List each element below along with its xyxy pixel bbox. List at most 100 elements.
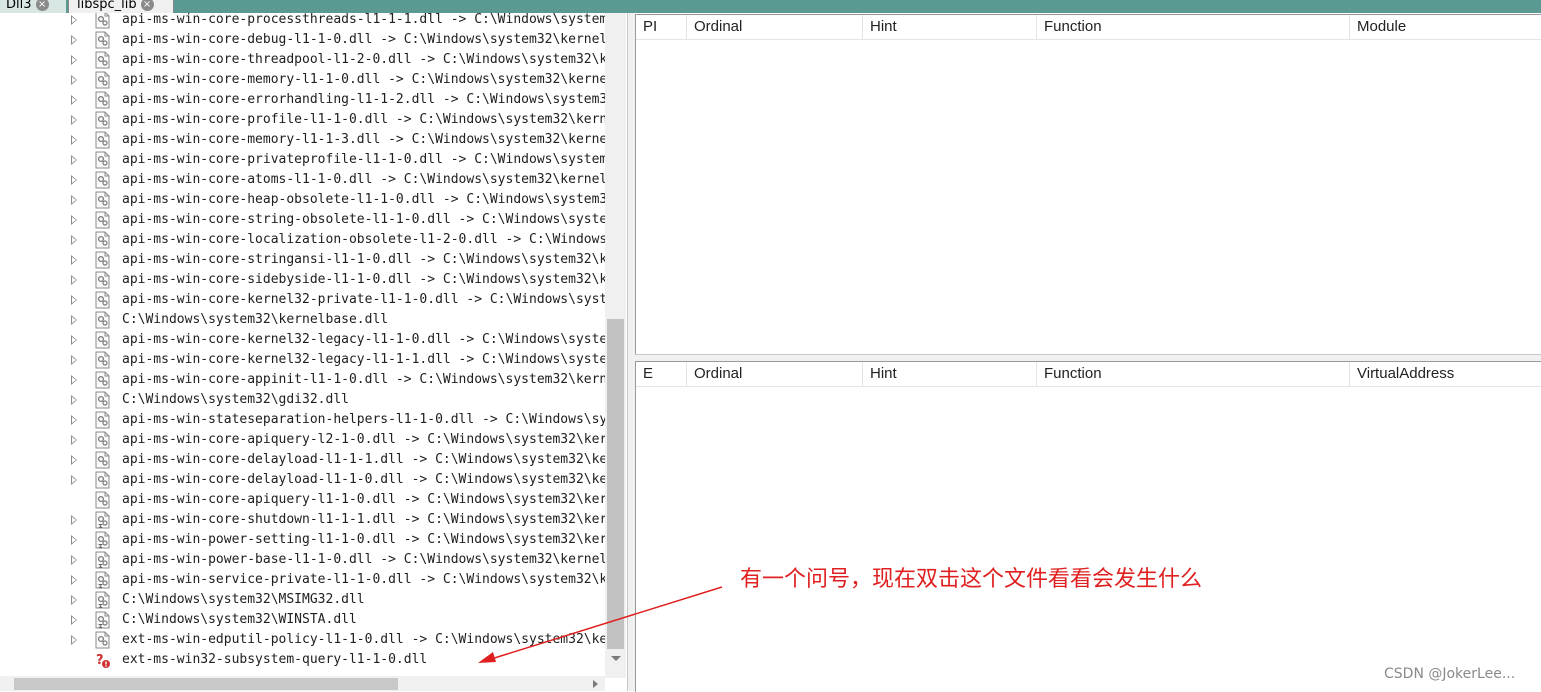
expand-arrow-icon[interactable] — [71, 335, 78, 345]
dll-file-icon — [95, 491, 111, 509]
tree-row[interactable]: api-ms-win-core-kernel32-legacy-l1-1-1.d… — [0, 350, 605, 370]
tree-row[interactable]: C:\Windows\system32\gdi32.dll — [0, 390, 605, 410]
close-icon[interactable]: × — [35, 0, 49, 11]
tree-row[interactable]: api-ms-win-power-setting-l1-1-0.dll -> C… — [0, 530, 605, 550]
column-header-ordinal[interactable]: Ordinal — [687, 362, 863, 386]
tree-row[interactable]: api-ms-win-core-sidebyside-l1-1-0.dll ->… — [0, 270, 605, 290]
expand-arrow-icon[interactable] — [71, 75, 78, 85]
tree-row[interactable]: api-ms-win-core-threadpool-l1-2-0.dll ->… — [0, 50, 605, 70]
tree-row[interactable]: C:\Windows\system32\kernelbase.dll — [0, 310, 605, 330]
dll-delayload-icon — [95, 591, 111, 609]
expand-arrow-icon[interactable] — [71, 55, 78, 65]
tree-row-label: api-ms-win-core-heap-obsolete-l1-1-0.dll… — [122, 192, 605, 207]
close-icon[interactable]: × — [140, 0, 154, 11]
tree-row[interactable]: api-ms-win-core-apiquery-l2-1-0.dll -> C… — [0, 430, 605, 450]
tree-row[interactable]: api-ms-win-core-kernel32-private-l1-1-0.… — [0, 290, 605, 310]
expand-arrow-icon[interactable] — [71, 255, 78, 265]
expand-arrow-icon[interactable] — [71, 135, 78, 145]
tree-row-label: api-ms-win-service-private-l1-1-0.dll ->… — [122, 572, 605, 587]
vertical-scrollbar[interactable] — [605, 13, 626, 678]
expand-arrow-icon[interactable] — [71, 615, 78, 625]
tree-row[interactable]: api-ms-win-core-processthreads-l1-1-1.dl… — [0, 13, 605, 30]
tab-label: Dll3 — [6, 0, 32, 12]
expand-arrow-icon[interactable] — [71, 395, 78, 405]
scroll-thumb[interactable] — [14, 678, 398, 690]
tree-row[interactable]: api-ms-win-core-shutdown-l1-1-1.dll -> C… — [0, 510, 605, 530]
expand-arrow-icon[interactable] — [71, 115, 78, 125]
expand-arrow-icon[interactable] — [71, 415, 78, 425]
tree-row[interactable]: api-ms-win-core-delayload-l1-1-0.dll -> … — [0, 470, 605, 490]
column-header-function[interactable]: Function — [1037, 362, 1350, 386]
expand-arrow-icon[interactable] — [71, 295, 78, 305]
expand-arrow-icon[interactable] — [71, 235, 78, 245]
expand-arrow-icon[interactable] — [71, 435, 78, 445]
tree-row[interactable]: ? ext-ms-win32-subsystem-query-l1-1-0.dll — [0, 650, 605, 670]
tree-row-label: api-ms-win-core-memory-l1-1-3.dll -> C:\… — [122, 132, 605, 147]
expand-arrow-icon[interactable] — [71, 175, 78, 185]
column-header-virtualaddress[interactable]: VirtualAddress — [1350, 362, 1541, 386]
expand-arrow-icon[interactable] — [71, 555, 78, 565]
expand-arrow-icon[interactable] — [71, 515, 78, 525]
tree-row[interactable]: api-ms-win-core-atoms-l1-1-0.dll -> C:\W… — [0, 170, 605, 190]
imports-list[interactable]: PI Ordinal Hint Function Module — [635, 14, 1541, 354]
tree-row-label: api-ms-win-power-setting-l1-1-0.dll -> C… — [122, 532, 605, 547]
scroll-thumb[interactable] — [607, 319, 624, 649]
dll-delayload-icon — [95, 511, 111, 529]
expand-arrow-icon[interactable] — [71, 275, 78, 285]
tree-row[interactable]: api-ms-win-core-heap-obsolete-l1-1-0.dll… — [0, 190, 605, 210]
column-header-module[interactable]: Module — [1350, 15, 1541, 39]
expand-arrow-icon[interactable] — [71, 15, 78, 25]
scroll-right-arrow-icon[interactable] — [593, 680, 598, 688]
column-header-ordinal[interactable]: Ordinal — [687, 15, 863, 39]
expand-arrow-icon[interactable] — [71, 195, 78, 205]
expand-arrow-icon[interactable] — [71, 595, 78, 605]
expand-arrow-icon[interactable] — [71, 35, 78, 45]
tree-row[interactable]: api-ms-win-core-memory-l1-1-0.dll -> C:\… — [0, 70, 605, 90]
tree-row[interactable]: api-ms-win-core-stringansi-l1-1-0.dll ->… — [0, 250, 605, 270]
expand-arrow-icon[interactable] — [71, 475, 78, 485]
expand-arrow-icon[interactable] — [71, 575, 78, 585]
tree-row[interactable]: api-ms-win-core-errorhandling-l1-1-2.dll… — [0, 90, 605, 110]
tree-row[interactable]: ext-ms-win-edputil-policy-l1-1-0.dll -> … — [0, 630, 605, 650]
expand-arrow-icon[interactable] — [71, 635, 78, 645]
expand-arrow-icon[interactable] — [71, 535, 78, 545]
scroll-down-arrow-icon[interactable] — [611, 656, 621, 661]
tab-dll3[interactable]: Dll3 × — [0, 0, 66, 13]
tree-row[interactable]: api-ms-win-core-profile-l1-1-0.dll -> C:… — [0, 110, 605, 130]
module-tree[interactable]: api-ms-win-core-processthreads-l1-1-1.dl… — [0, 13, 628, 691]
tree-row[interactable]: api-ms-win-service-private-l1-1-0.dll ->… — [0, 570, 605, 590]
tree-row[interactable]: api-ms-win-core-string-obsolete-l1-1-0.d… — [0, 210, 605, 230]
tree-row[interactable]: api-ms-win-core-apiquery-l1-1-0.dll -> C… — [0, 490, 605, 510]
tree-row[interactable]: C:\Windows\system32\MSIMG32.dll — [0, 590, 605, 610]
expand-arrow-icon[interactable] — [71, 155, 78, 165]
tab-strip: Dll3 × libspc_lib × — [0, 0, 1541, 13]
tree-row[interactable]: api-ms-win-core-appinit-l1-1-0.dll -> C:… — [0, 370, 605, 390]
tree-row[interactable]: api-ms-win-core-delayload-l1-1-1.dll -> … — [0, 450, 605, 470]
tree-row[interactable]: api-ms-win-core-privateprofile-l1-1-0.dl… — [0, 150, 605, 170]
tree-row[interactable]: api-ms-win-core-memory-l1-1-3.dll -> C:\… — [0, 130, 605, 150]
expand-arrow-icon[interactable] — [71, 215, 78, 225]
tree-row[interactable]: api-ms-win-stateseparation-helpers-l1-1-… — [0, 410, 605, 430]
tree-row[interactable]: api-ms-win-power-base-l1-1-0.dll -> C:\W… — [0, 550, 605, 570]
tree-row-label: api-ms-win-core-apiquery-l2-1-0.dll -> C… — [122, 432, 605, 447]
tree-row[interactable]: C:\Windows\system32\WINSTA.dll — [0, 610, 605, 630]
column-header-e[interactable]: E — [636, 362, 687, 386]
expand-arrow-icon[interactable] — [71, 315, 78, 325]
column-header-hint[interactable]: Hint — [863, 362, 1037, 386]
expand-arrow-icon[interactable] — [71, 95, 78, 105]
column-header-function[interactable]: Function — [1037, 15, 1350, 39]
exports-list[interactable]: E Ordinal Hint Function VirtualAddress — [635, 361, 1541, 692]
expand-arrow-icon[interactable] — [71, 355, 78, 365]
tree-row[interactable]: api-ms-win-core-kernel32-legacy-l1-1-0.d… — [0, 330, 605, 350]
tab-libspc-lib[interactable]: libspc_lib × — [68, 0, 174, 13]
dll-file-icon — [95, 631, 111, 649]
tree-row[interactable]: api-ms-win-core-localization-obsolete-l1… — [0, 230, 605, 250]
expand-arrow-icon[interactable] — [71, 455, 78, 465]
horizontal-scrollbar[interactable] — [0, 676, 605, 691]
column-header-pi[interactable]: PI — [636, 15, 687, 39]
expand-arrow-icon[interactable] — [71, 375, 78, 385]
tree-row[interactable]: api-ms-win-core-debug-l1-1-0.dll -> C:\W… — [0, 30, 605, 50]
tree-row-label: api-ms-win-core-privateprofile-l1-1-0.dl… — [122, 152, 605, 167]
column-header-hint[interactable]: Hint — [863, 15, 1037, 39]
vertical-splitter[interactable] — [627, 13, 635, 691]
